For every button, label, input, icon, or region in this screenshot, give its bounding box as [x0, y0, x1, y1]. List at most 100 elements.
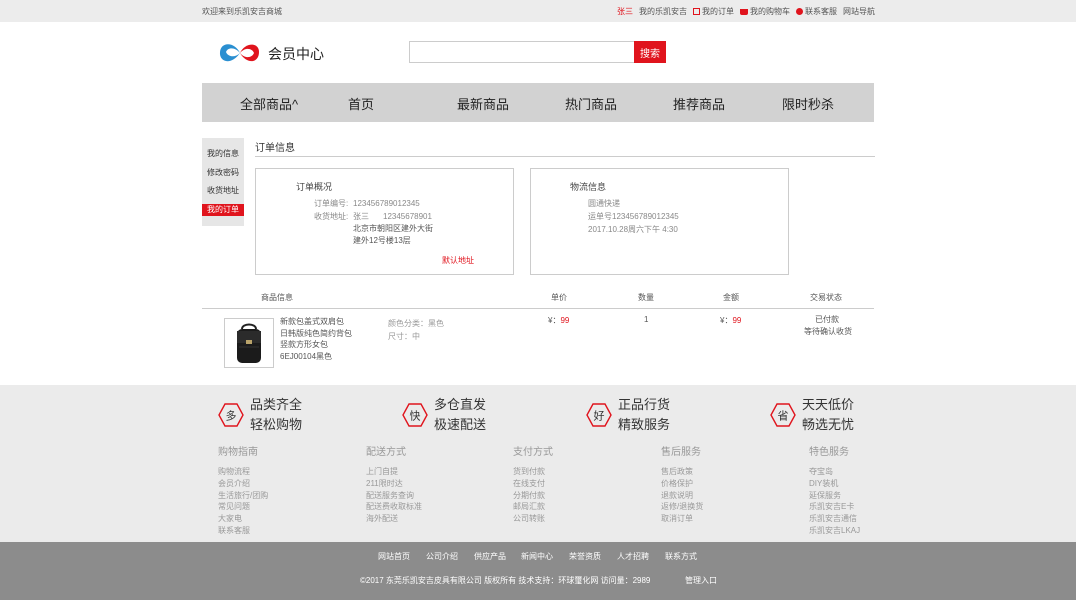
user-name-link[interactable]: 张三: [617, 6, 633, 17]
order-overview-panel: 订单概况 订单编号: 123456789012345 收货地址: 张三 1234…: [255, 168, 514, 275]
my-store-link[interactable]: 我的乐凯安吉: [639, 6, 687, 17]
footer-link[interactable]: 邮局汇款: [513, 501, 545, 513]
quantity-value: 1: [644, 315, 649, 324]
logo-icon[interactable]: [217, 38, 263, 68]
feature-line: 轻松购物: [250, 417, 303, 432]
footer-link[interactable]: 乐凯安吉LKAJ: [809, 525, 860, 537]
product-name-line: 6EJ00104黑色: [280, 351, 333, 361]
footer-link[interactable]: 乐凯安吉通信: [809, 513, 860, 525]
footer-col-payment: 货到付款 在线支付 分期付款 邮局汇款 公司转账: [513, 466, 545, 525]
my-orders-label: 我的订单: [702, 7, 734, 16]
footer-link[interactable]: 退款说明: [661, 490, 703, 502]
footer-link[interactable]: 价格保护: [661, 478, 703, 490]
footer-link[interactable]: 配送服务查询: [366, 490, 422, 502]
footer-nav-contact[interactable]: 联系方式: [665, 551, 697, 562]
address-label: 收货地址:: [314, 212, 349, 221]
hexagon-badge-icon: 好: [586, 403, 612, 427]
footer-link[interactable]: 海外配送: [366, 513, 422, 525]
footer-link[interactable]: 取消订单: [661, 513, 703, 525]
status-awaiting-receipt: 等待确认收货: [804, 327, 852, 336]
footer-link[interactable]: 分期付款: [513, 490, 545, 502]
footer-nav-careers[interactable]: 人才招聘: [617, 551, 649, 562]
product-size-attr: 尺寸：中: [388, 332, 420, 341]
footer-link[interactable]: 货到付款: [513, 466, 545, 478]
nav-hot-products[interactable]: 热门商品: [565, 94, 617, 113]
nav-new-products[interactable]: 最新商品: [457, 94, 509, 113]
sidebar-item-my-orders[interactable]: 我的订单: [202, 204, 244, 216]
sidebar-item-address[interactable]: 收货地址: [202, 185, 244, 197]
svg-text:快: 快: [410, 410, 421, 423]
nav-home[interactable]: 首页: [348, 94, 374, 113]
status-paid: 已付款: [815, 315, 839, 324]
product-thumbnail[interactable]: [224, 318, 274, 368]
currency-symbol: ¥：: [720, 316, 733, 325]
footer-link[interactable]: 公司转账: [513, 513, 545, 525]
product-name-line: 竖款方形女包: [280, 340, 328, 349]
amount-value: 99: [732, 316, 742, 325]
service-icon: [796, 8, 803, 15]
feature-line: 畅选无忧: [802, 417, 855, 432]
footer-nav-products[interactable]: 供应产品: [474, 551, 506, 562]
nav-flash-sale[interactable]: 限时秒杀: [782, 94, 834, 113]
feature-fast-delivery: 快 多仓直发 极速配送: [402, 395, 486, 435]
site-nav-link[interactable]: 网站导航: [843, 6, 875, 17]
col-product: 商品信息: [261, 293, 293, 302]
carrier-name: 圆通快递: [588, 199, 620, 208]
footer-nav-honors[interactable]: 荣誉资质: [569, 551, 601, 562]
default-address-tag[interactable]: 默认地址: [442, 255, 474, 267]
my-cart-link[interactable]: 我的购物车: [740, 6, 790, 17]
copyright-text: ©2017 东莞乐凯安吉皮具有限公司 版权所有 技术支持：环球璽化网 访问量：2…: [360, 576, 651, 585]
footer-link[interactable]: 配送费收取标准: [366, 501, 422, 513]
footer-link[interactable]: 乐凯安吉E卡: [809, 501, 860, 513]
main-nav: 全部商品^ 首页 最新商品 热门商品 推荐商品 限时秒杀: [202, 83, 874, 122]
footer-link[interactable]: 夺宝岛: [809, 466, 860, 478]
address-line-2: 建外12号楼13层: [353, 236, 411, 245]
footer-link[interactable]: 常见问题: [218, 501, 268, 513]
col-amount: 金额: [723, 293, 739, 302]
footer-col-title: 支付方式: [513, 447, 553, 458]
sidebar-item-change-password[interactable]: 修改密码: [202, 167, 244, 179]
unit-price: ¥：99: [548, 315, 569, 326]
admin-entry-link[interactable]: 管理入口: [685, 575, 717, 586]
footer-col-delivery: 上门自提 211限时达 配送服务查询 配送费收取标准 海外配送: [366, 466, 422, 525]
footer-link[interactable]: 上门自提: [366, 466, 422, 478]
footer-nav-news[interactable]: 新闻中心: [521, 551, 553, 562]
footer-nav-home[interactable]: 网站首页: [378, 551, 410, 562]
hexagon-badge-icon: 省: [770, 403, 796, 427]
footer-link[interactable]: 在线支付: [513, 478, 545, 490]
service-features: 多 品类齐全 轻松购物 快 多仓直发 极速配送 好 正品行货 精致服务 省 天天低价畅…: [0, 385, 1076, 542]
footer-link[interactable]: 购物流程: [218, 466, 268, 478]
search-button[interactable]: 搜索: [634, 41, 666, 63]
footer-link[interactable]: 联系客服: [218, 525, 268, 537]
svg-text:省: 省: [778, 410, 789, 423]
footer-col-title: 购物指南: [218, 447, 258, 458]
svg-text:多: 多: [226, 409, 237, 423]
order-no-label: 订单编号:: [314, 199, 349, 208]
footer-link[interactable]: 211限时达: [366, 478, 422, 490]
footer-link[interactable]: 售后政策: [661, 466, 703, 478]
order-no-value: 123456789012345: [353, 199, 420, 208]
order-icon: [693, 8, 700, 15]
col-unit-price: 单价: [551, 293, 567, 302]
nav-all-products[interactable]: 全部商品^: [240, 94, 298, 113]
header: 会员中心 搜索: [0, 22, 1076, 82]
product-name[interactable]: 新款包盖式双肩包 日韩版纯色简约背包 竖款方形女包 6EJ00104黑色: [280, 316, 360, 362]
my-orders-link[interactable]: 我的订单: [693, 6, 734, 17]
member-sidebar: 我的信息 修改密码 收货地址 我的订单: [202, 138, 244, 226]
footer-link[interactable]: DIY装机: [809, 478, 860, 490]
overview-heading: 订单概况: [296, 182, 333, 192]
welcome-text: 欢迎来到乐凯安吉商城: [202, 7, 282, 16]
footer-link[interactable]: 生活旅行/团购: [218, 490, 268, 502]
footer-nav-about[interactable]: 公司介绍: [426, 551, 458, 562]
nav-recommended[interactable]: 推荐商品: [673, 94, 725, 113]
footer-link[interactable]: 大家电: [218, 513, 268, 525]
my-cart-label: 我的购物车: [750, 7, 790, 16]
footer-link[interactable]: 返修/退换货: [661, 501, 703, 513]
sidebar-item-my-info[interactable]: 我的信息: [202, 148, 244, 160]
feature-low-price: 省 天天低价 畅选无忧: [770, 395, 854, 435]
search-input[interactable]: [409, 41, 635, 63]
contact-service-label: 联系客服: [805, 7, 837, 16]
footer-link[interactable]: 会员介绍: [218, 478, 268, 490]
contact-service-link[interactable]: 联系客服: [796, 6, 837, 17]
footer-link[interactable]: 延保服务: [809, 490, 860, 502]
